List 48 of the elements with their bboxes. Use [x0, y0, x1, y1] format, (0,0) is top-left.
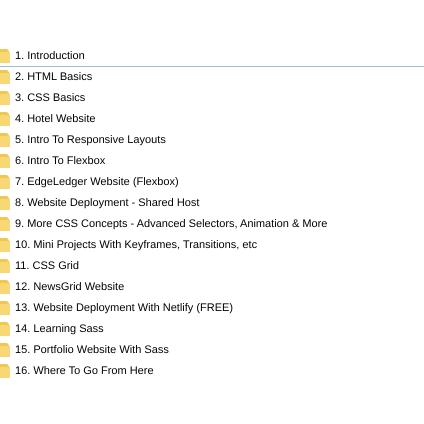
folder-row[interactable]: 13. Website Deployment With Netlify (FREE) [0, 298, 424, 319]
folder-row[interactable]: 15. Portfolio Website With Sass [0, 340, 424, 361]
folder-name: 5. Intro To Responsive Layouts [15, 132, 166, 148]
folder-icon [0, 237, 10, 253]
folder-row[interactable]: 9. More CSS Concepts - Advanced Selectors, Animation & More [0, 214, 424, 235]
folder-name: 12. NewsGrid Website [15, 280, 124, 295]
folder-name: 6. Intro To Flexbox [15, 154, 106, 169]
folder-name: 16. Where To Go From Here [15, 364, 154, 379]
folder-icon [0, 174, 10, 190]
folder-name: 1. Introduction [15, 48, 85, 64]
folder-row[interactable]: 10. Mini Projects With Keyframes, Transitions, etc [0, 235, 424, 256]
folder-row[interactable]: 12. NewsGrid Website [0, 277, 424, 298]
folder-icon [0, 111, 10, 127]
folder-icon [0, 216, 10, 232]
folder-icon [0, 90, 10, 106]
folder-row[interactable]: 6. Intro To Flexbox [0, 151, 424, 172]
folder-row[interactable]: 8. Website Deployment - Shared Host [0, 193, 424, 214]
folder-name: 2. HTML Basics [15, 70, 92, 85]
folder-icon [0, 153, 10, 169]
folder-icon [0, 363, 10, 379]
folder-name: 14. Learning Sass [15, 322, 104, 337]
folder-icon [0, 132, 10, 148]
folder-row[interactable]: 2. HTML Basics [0, 67, 424, 88]
folder-icon [0, 69, 10, 85]
folder-icon [0, 342, 10, 358]
folder-row[interactable]: 1. Introduction [0, 46, 424, 67]
folder-name: 8. Website Deployment - Shared Host [15, 196, 200, 211]
folder-name: 4. Hotel Website [15, 112, 96, 127]
folder-row[interactable]: 7. EdgeLedger Website (Flexbox) [0, 172, 424, 193]
folder-icon [0, 195, 10, 211]
folder-row[interactable]: 4. Hotel Website [0, 109, 424, 130]
folder-icon [0, 258, 10, 274]
folder-name: 10. Mini Projects With Keyframes, Transitions, etc [15, 238, 258, 253]
folder-name: 15. Portfolio Website With Sass [15, 342, 169, 358]
folder-row[interactable]: 5. Intro To Responsive Layouts [0, 130, 424, 151]
folder-name: 13. Website Deployment With Netlify (FREE) [15, 300, 234, 316]
folder-icon [0, 48, 10, 64]
folder-row[interactable]: 16. Where To Go From Here [0, 361, 424, 382]
folder-icon [0, 300, 10, 316]
folder-name: 3. CSS Basics [15, 90, 86, 106]
folder-row[interactable]: 11. CSS Grid [0, 256, 424, 277]
folder-icon [0, 279, 10, 295]
folder-name: 11. CSS Grid [15, 258, 79, 274]
folder-name: 9. More CSS Concepts - Advanced Selectors, Animation & More [15, 216, 328, 232]
folder-name: 7. EdgeLedger Website (Flexbox) [15, 174, 179, 190]
folder-row[interactable]: 14. Learning Sass [0, 319, 424, 340]
folder-icon [0, 321, 10, 337]
folder-row[interactable]: 3. CSS Basics [0, 88, 424, 109]
